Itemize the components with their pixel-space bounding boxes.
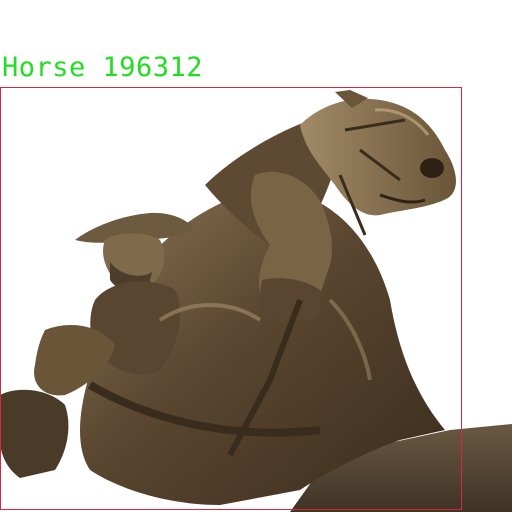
horse-nostril bbox=[420, 158, 444, 178]
detection-label: Horse 196312 bbox=[2, 52, 204, 83]
rider-boot bbox=[0, 389, 69, 478]
image-canvas: Horse 196312 bbox=[0, 0, 512, 512]
